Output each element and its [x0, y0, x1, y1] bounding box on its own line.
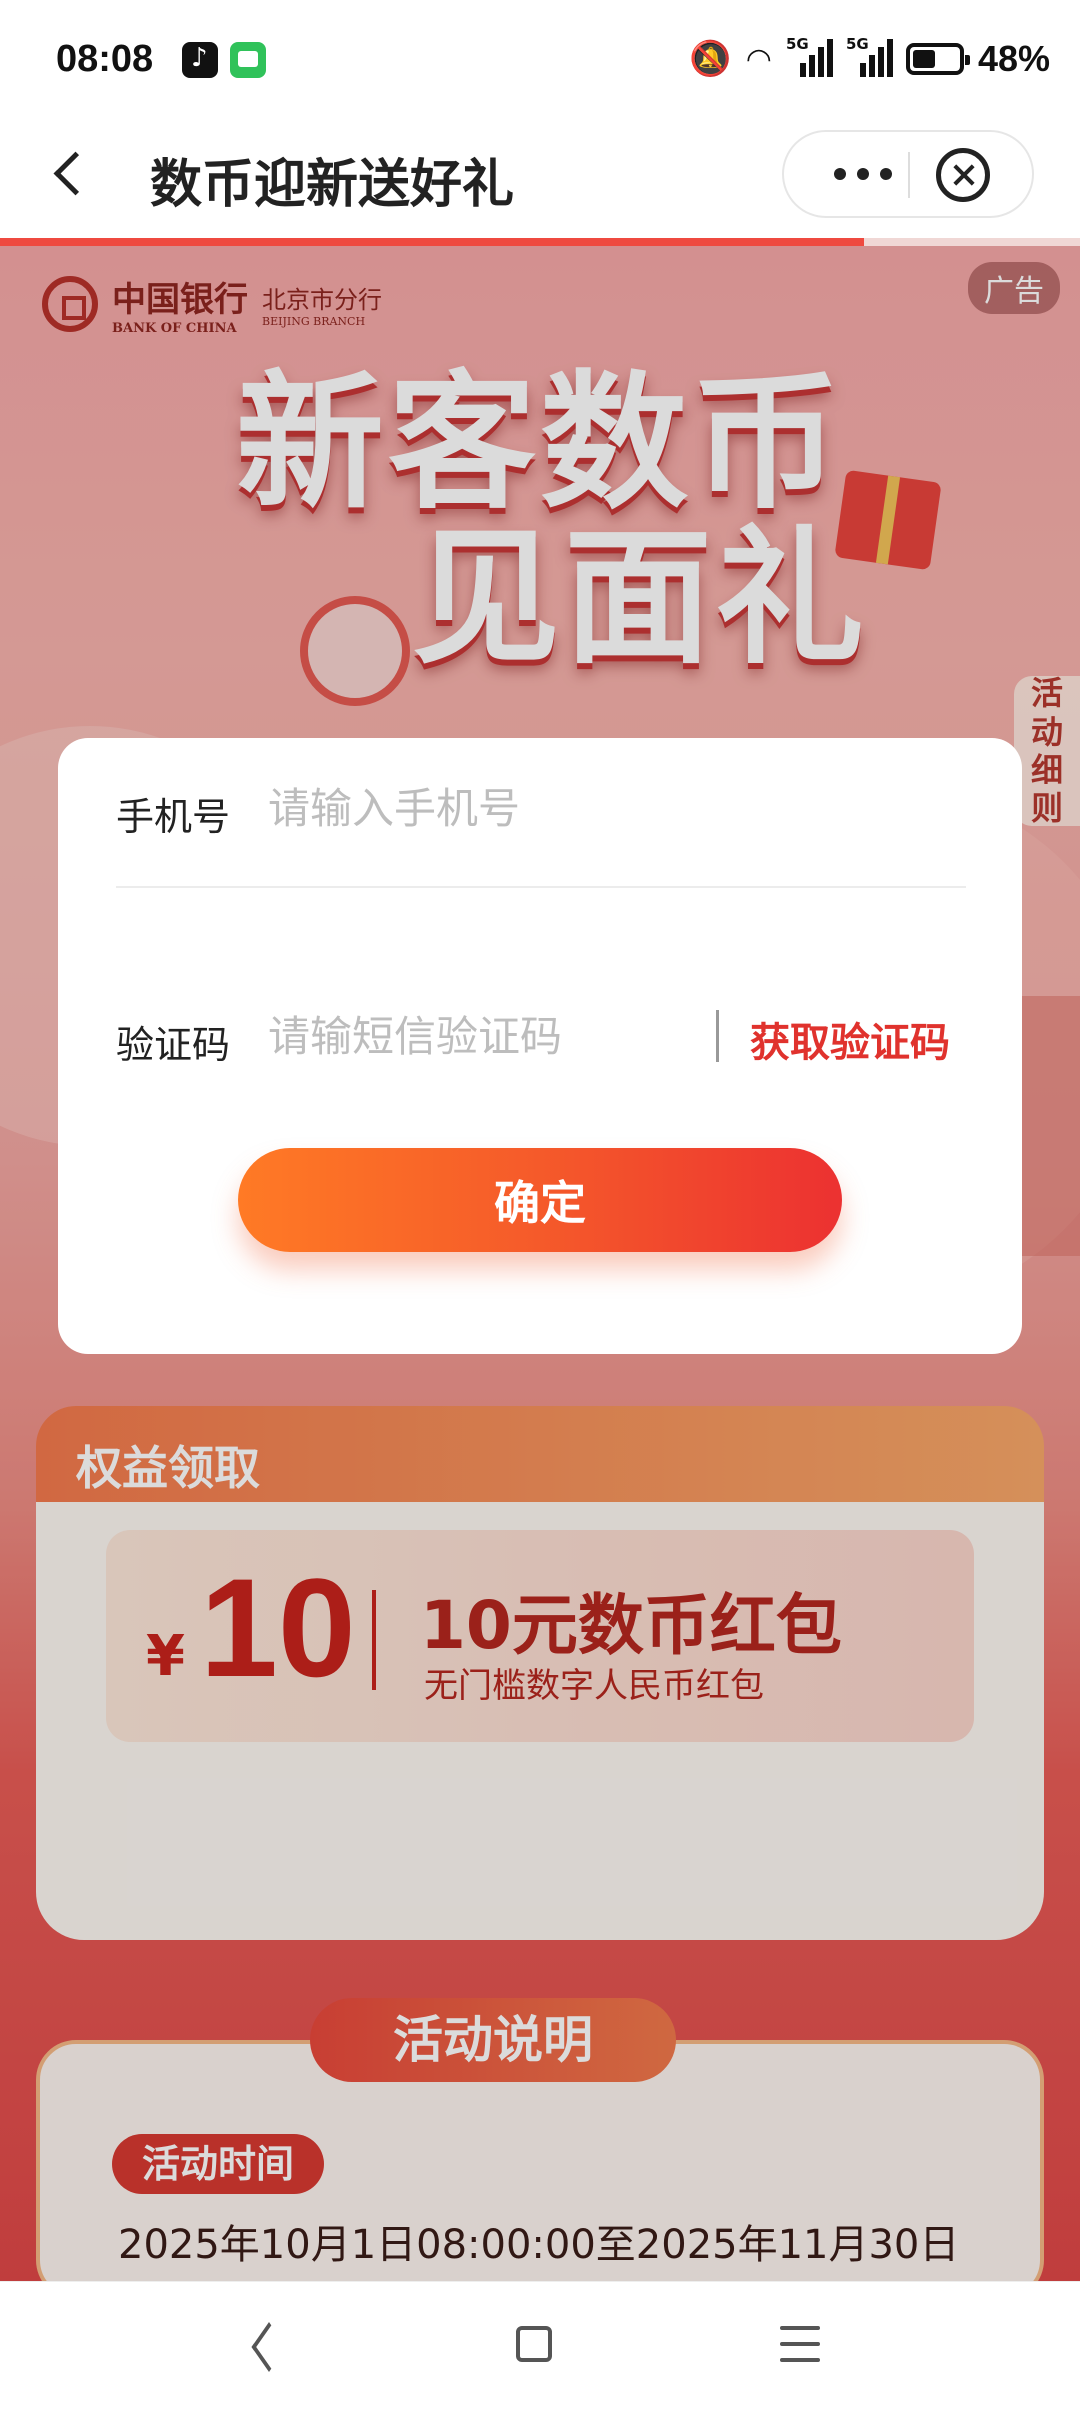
phone-input[interactable] [268, 778, 948, 838]
chevron-left-icon[interactable] [40, 146, 100, 206]
load-progress-fill [0, 238, 864, 246]
close-circle-icon[interactable] [936, 148, 990, 202]
messages-icon [230, 42, 266, 78]
tiktok-icon [182, 42, 218, 78]
battery-icon [905, 43, 970, 75]
home-square-icon[interactable] [516, 2326, 552, 2362]
get-code-button[interactable]: 获取验证码 [750, 1010, 950, 1068]
capsule-divider [908, 152, 910, 198]
page-content: 中国银行 BANK OF CHINA 北京市分行 BEIJING BRANCH … [0, 246, 1080, 2281]
confirm-button[interactable]: 确定 [238, 1148, 842, 1252]
load-progress-bar [0, 238, 1080, 246]
page-title: 数币迎新送好礼 [150, 155, 515, 215]
mute-icon: 🔕 [689, 39, 732, 79]
status-time: 08:08 [56, 38, 154, 80]
nav-bar: 数币迎新送好礼 [0, 120, 1080, 238]
status-bar: 08:08 🔕 ◠ 5G 5G 48% [0, 0, 1080, 120]
back-triangle-icon[interactable] [246, 2326, 286, 2366]
field-divider [116, 886, 966, 888]
system-nav-bar [0, 2281, 1080, 2412]
status-icons: 🔕 ◠ 5G 5G 48% [689, 34, 1050, 84]
wifi-icon: ◠ [745, 41, 772, 77]
signal-5g-icon: 5G [846, 35, 893, 79]
phone-label: 手机号 [116, 795, 231, 839]
more-dots-icon[interactable] [826, 148, 900, 198]
miniapp-capsule [782, 130, 1034, 218]
code-input[interactable] [268, 1006, 698, 1066]
battery-percent: 48% [977, 38, 1050, 79]
menu-lines-icon[interactable] [780, 2326, 820, 2362]
code-label: 验证码 [116, 1023, 231, 1067]
login-modal: 手机号 验证码 获取验证码 确定 [58, 738, 1022, 1354]
code-divider [716, 1010, 719, 1062]
signal-5g-icon: 5G [786, 35, 833, 79]
